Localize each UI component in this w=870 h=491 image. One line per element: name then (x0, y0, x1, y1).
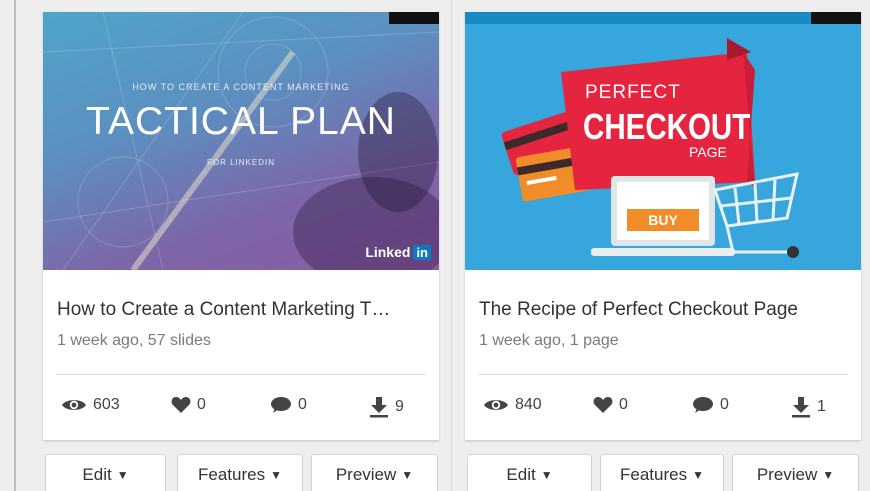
download-icon (792, 397, 810, 418)
thumbnail-kicker: HOW TO CREATE A CONTENT MARKETING (132, 82, 350, 92)
thumbnail-headline: TACTICAL PLAN (86, 100, 396, 143)
card-title[interactable]: How to Create a Content Marketing T… (57, 299, 429, 321)
views-stat: 603 (61, 396, 120, 414)
comments-count: 0 (298, 396, 307, 413)
edit-button-label: Edit (82, 465, 112, 484)
thumbnail-line-2: CHECKOUT (583, 106, 751, 147)
views-count: 603 (93, 396, 120, 413)
preview-button[interactable]: Preview ▼ (732, 454, 859, 491)
eye-icon (484, 400, 508, 410)
left-divider (14, 0, 16, 491)
card-thumbnail[interactable]: PERFECT CHECKOUT PAGE BUY (465, 12, 861, 270)
speech-bubble-icon (271, 397, 291, 413)
likes-stat[interactable]: 0 (171, 396, 206, 414)
thumbnail-corner-tab (389, 12, 439, 24)
download-icon (370, 397, 388, 418)
linkedin-logo-badge: in (413, 244, 431, 260)
card-meta: 1 week ago, 1 page (479, 332, 619, 349)
views-stat: 840 (483, 396, 542, 414)
likes-count: 0 (197, 396, 206, 413)
thumbnail-line-3: PAGE (689, 144, 727, 160)
likes-stat[interactable]: 0 (593, 396, 628, 414)
preview-button-label: Preview (756, 465, 818, 484)
comments-count: 0 (720, 396, 729, 413)
caret-down-icon: ▼ (401, 468, 414, 482)
caret-down-icon: ▼ (116, 468, 129, 482)
presentation-card: HOW TO CREATE A CONTENT MARKETING TACTIC… (43, 12, 439, 440)
comments-stat[interactable]: 0 (270, 396, 307, 414)
downloads-count: 9 (395, 398, 404, 415)
features-button[interactable]: Features ▼ (600, 454, 724, 491)
linkedin-logo-text: Linked (365, 244, 411, 260)
preview-button[interactable]: Preview ▼ (311, 454, 438, 491)
caret-down-icon: ▼ (270, 468, 282, 482)
views-count: 840 (515, 396, 542, 413)
downloads-stat[interactable]: 9 (369, 396, 404, 418)
features-button[interactable]: Features ▼ (177, 454, 303, 491)
card-title[interactable]: The Recipe of Perfect Checkout Page (479, 299, 851, 321)
caret-down-icon: ▼ (540, 468, 553, 482)
column-divider (451, 0, 452, 491)
thumbnail-subtitle: FOR LINKEDIN (206, 158, 275, 167)
comments-stat[interactable]: 0 (692, 396, 729, 414)
card-thumbnail[interactable]: HOW TO CREATE A CONTENT MARKETING TACTIC… (43, 12, 439, 270)
card-stats: 840 0 0 1 (479, 396, 849, 420)
heart-icon (171, 397, 191, 413)
edit-button[interactable]: Edit ▼ (467, 454, 592, 491)
thumbnail-buy-button: BUY (627, 209, 699, 231)
thumbnail-line-1: PERFECT (585, 82, 681, 103)
likes-count: 0 (619, 396, 628, 413)
edit-button[interactable]: Edit ▼ (45, 454, 166, 491)
thumbnail-corner-tab (811, 12, 861, 24)
features-button-label: Features (198, 465, 266, 484)
features-button-label: Features (620, 465, 688, 484)
downloads-count: 1 (817, 398, 826, 415)
caret-down-icon: ▼ (822, 468, 835, 482)
downloads-stat[interactable]: 1 (791, 396, 826, 418)
caret-down-icon: ▼ (692, 468, 704, 482)
card-divider (57, 374, 425, 375)
speech-bubble-icon (693, 397, 713, 413)
preview-button-label: Preview (335, 465, 397, 484)
presentation-card: PERFECT CHECKOUT PAGE BUY The Recipe of … (465, 12, 861, 440)
eye-icon (62, 400, 86, 410)
card-divider (479, 374, 847, 375)
linkedin-logo: Linked in (365, 244, 431, 260)
card-meta: 1 week ago, 57 slides (57, 332, 211, 349)
heart-icon (593, 397, 613, 413)
card-stats: 603 0 0 9 (57, 396, 427, 420)
edit-button-label: Edit (506, 465, 536, 484)
